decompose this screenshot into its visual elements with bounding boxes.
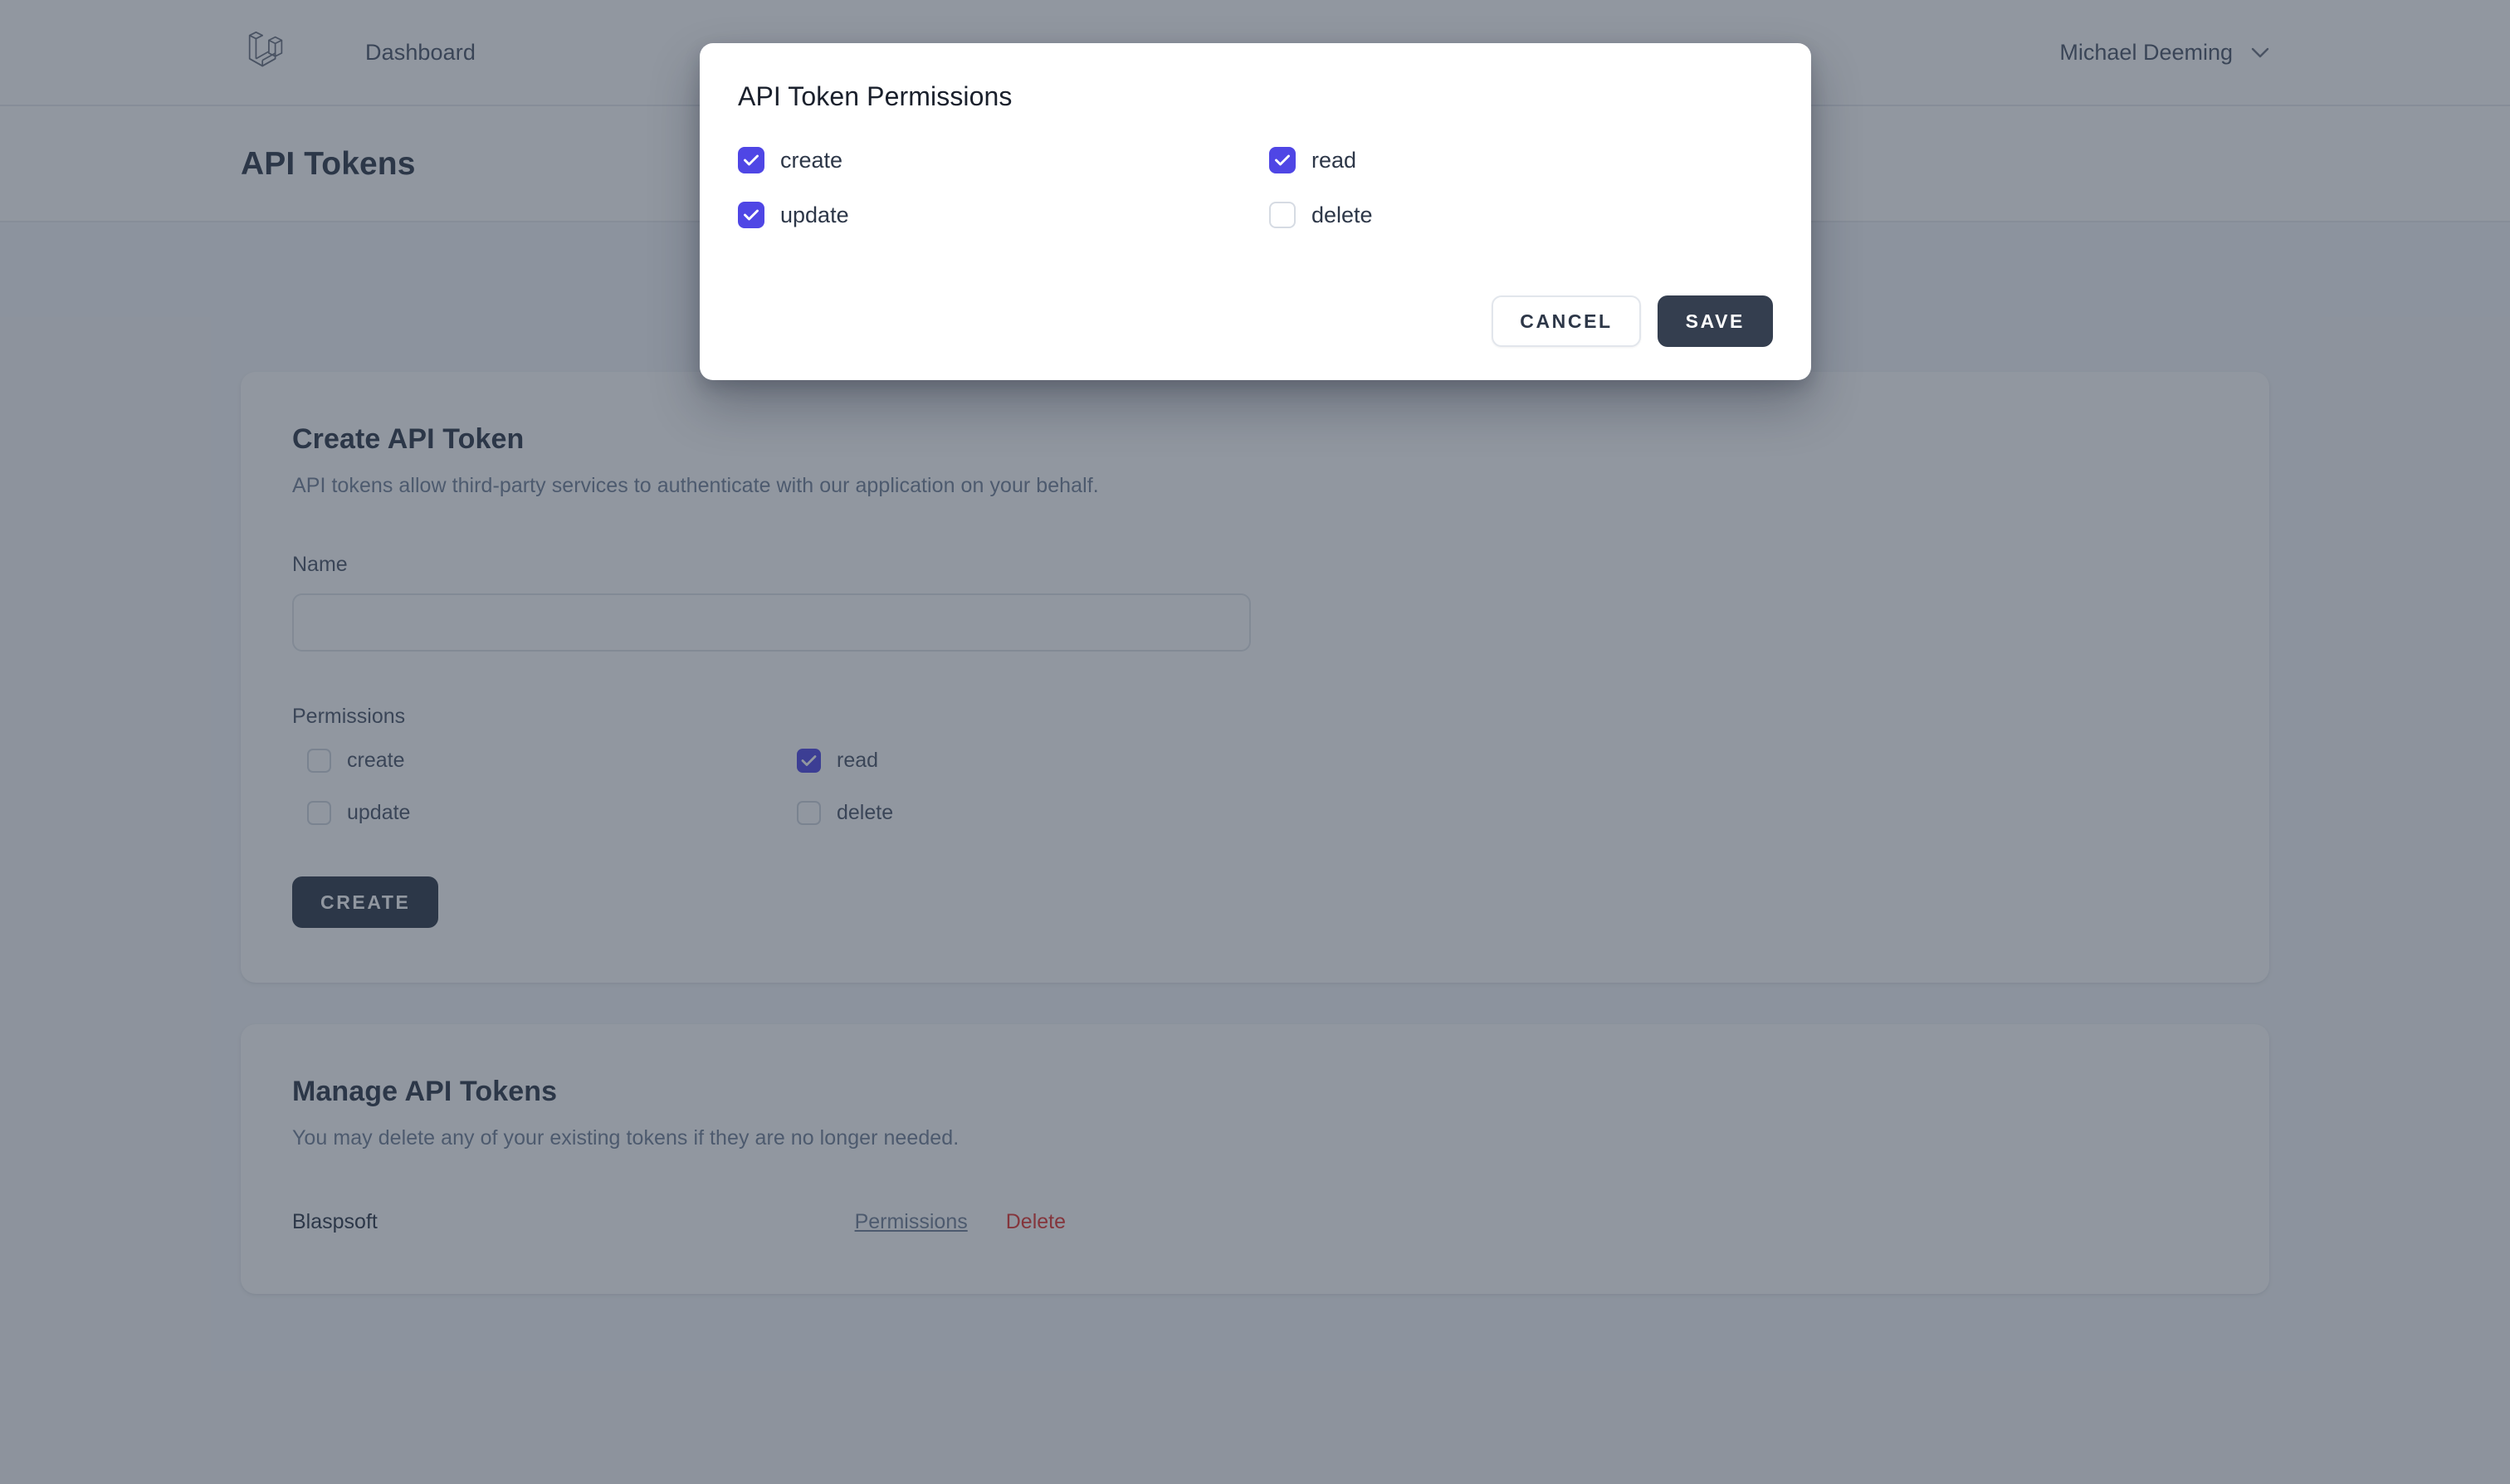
modal-checkbox-update-icon[interactable] [738, 202, 764, 228]
modal-permission-checkbox-delete[interactable]: delete [1269, 202, 1800, 228]
modal-permission-label-read: read [1311, 147, 1357, 173]
api-token-permissions-modal: API Token Permissions create read update… [700, 43, 1811, 380]
modal-checkbox-read-icon[interactable] [1269, 147, 1296, 173]
modal-footer: CANCEL SAVE [738, 295, 1773, 380]
save-button[interactable]: SAVE [1657, 295, 1773, 347]
modal-permission-checkbox-read[interactable]: read [1269, 147, 1800, 173]
modal-checkbox-delete-icon[interactable] [1269, 202, 1296, 228]
modal-title: API Token Permissions [738, 81, 1013, 111]
modal-permission-label-update: update [780, 202, 849, 227]
modal-permission-label-create: create [780, 147, 843, 173]
modal-permission-checkbox-update[interactable]: update [738, 202, 1269, 228]
modal-permission-checkbox-create[interactable]: create [738, 147, 1269, 173]
modal-permissions-grid: create read update delete [738, 147, 1773, 228]
cancel-button[interactable]: CANCEL [1492, 295, 1641, 347]
modal-checkbox-create-icon[interactable] [738, 147, 764, 173]
modal-permission-label-delete: delete [1311, 202, 1373, 227]
